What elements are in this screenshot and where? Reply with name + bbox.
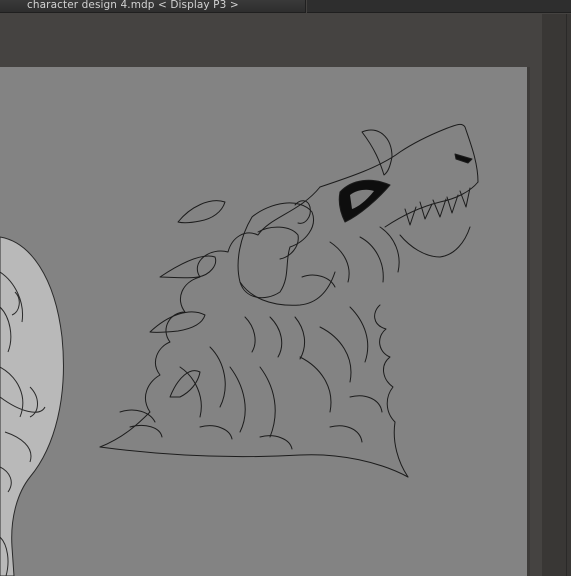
document-tab-title: character design 4.mdp < Display P3 > (27, 0, 239, 11)
canvas-artwork (0, 123, 479, 576)
panel-divider (566, 14, 567, 576)
document-tab[interactable]: character design 4.mdp < Display P3 > (0, 0, 306, 13)
canvas-shadow (527, 67, 530, 576)
tab-bar-empty (307, 0, 571, 13)
creature-lineart (99, 123, 479, 478)
left-character-sketch (0, 236, 64, 576)
